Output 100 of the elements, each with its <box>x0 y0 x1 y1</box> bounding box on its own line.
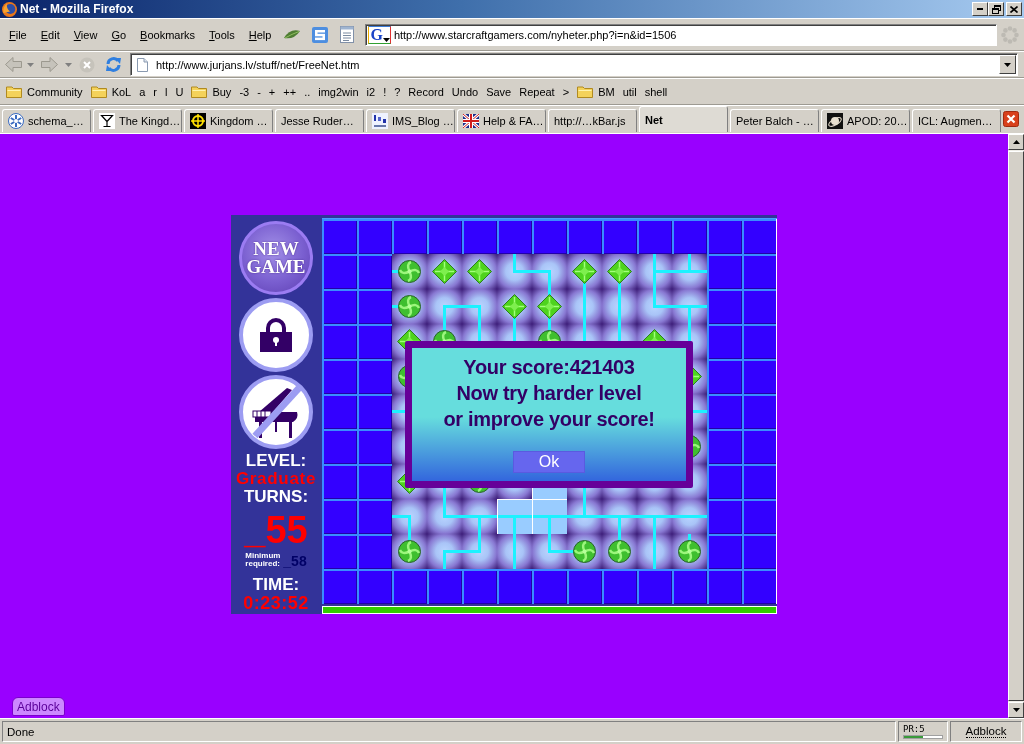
bookmark-item[interactable]: .. <box>300 81 315 102</box>
search-engine-button[interactable]: G <box>368 25 391 44</box>
menu-item[interactable]: Edit <box>33 24 67 45</box>
bookmark-item[interactable]: Repeat <box>515 81 559 102</box>
bookmark-item[interactable]: util <box>618 81 641 102</box>
restore-button[interactable] <box>988 2 1004 16</box>
board-tile[interactable] <box>392 499 427 534</box>
menu-item[interactable]: Bookmarks <box>133 24 203 45</box>
board-tile[interactable] <box>497 534 532 569</box>
close-button[interactable] <box>1006 2 1022 16</box>
flag-icon <box>463 114 479 128</box>
diamond-icon <box>502 294 527 319</box>
notepad-icon <box>340 26 355 43</box>
bookmark-item[interactable]: > <box>558 81 574 102</box>
bookmark-item[interactable]: -3 <box>235 81 254 102</box>
bookmark-item[interactable]: U <box>171 81 188 102</box>
bookmark-item[interactable]: Undo <box>447 81 483 102</box>
adblock-link[interactable]: Adblock <box>965 725 1007 738</box>
board-tile[interactable] <box>567 254 602 289</box>
bookmark-item[interactable]: Save <box>482 81 516 102</box>
browser-tab[interactable]: schema_… <box>2 109 91 132</box>
bookmark-folder[interactable]: Buy <box>187 81 236 102</box>
bookmark-item[interactable]: Record <box>404 81 448 102</box>
stop-icon <box>79 56 95 73</box>
bookmark-item[interactable]: shell <box>640 81 672 102</box>
adblock-tab[interactable]: Adblock <box>12 697 65 716</box>
board-tile[interactable] <box>567 499 602 534</box>
close-tab-button[interactable] <box>1003 111 1019 127</box>
bookmark-item[interactable]: r <box>149 81 161 102</box>
board-tile[interactable] <box>637 254 672 289</box>
search-field[interactable]: G http://www.starcraftgamers.com/nyheter.php?i=n&id=1506 <box>365 23 998 46</box>
bookmark-folder[interactable]: BM <box>573 81 619 102</box>
browser-tab[interactable]: IMS_Blog … <box>366 109 455 132</box>
bookmark-item[interactable]: ! <box>379 81 391 102</box>
menu-item[interactable]: Go <box>104 24 134 45</box>
bookmark-item[interactable]: a <box>135 81 150 102</box>
bookmark-folder[interactable]: Community <box>2 81 87 102</box>
forward-arrow-icon <box>40 57 58 72</box>
board-tile[interactable] <box>532 289 567 324</box>
bookmark-item[interactable]: l <box>161 81 172 102</box>
browser-tab[interactable]: Help & FA… <box>457 109 546 132</box>
menu-item[interactable]: Help <box>241 24 279 45</box>
board-tile[interactable] <box>392 254 427 289</box>
new-game-button[interactable]: NEW GAME <box>239 221 313 295</box>
browser-tab[interactable]: Net <box>639 106 728 132</box>
board-tile[interactable] <box>567 534 602 569</box>
diamond-icon <box>432 259 457 284</box>
browser-tab[interactable]: Jesse Ruder… <box>275 109 364 132</box>
board-tile[interactable] <box>392 534 427 569</box>
board-tile[interactable] <box>567 289 602 324</box>
board-tile[interactable] <box>637 289 672 324</box>
board-tile[interactable] <box>427 254 462 289</box>
dropdown-button[interactable] <box>999 55 1016 74</box>
bookmark-item[interactable]: ? <box>390 81 405 102</box>
board-tile[interactable] <box>672 289 707 324</box>
bookmark-folder[interactable]: KoL <box>86 81 136 102</box>
scroll-down-button[interactable] <box>1008 702 1024 718</box>
bookmark-item[interactable]: + <box>264 81 280 102</box>
board-tile[interactable] <box>637 499 672 534</box>
asterisk-icon <box>8 113 24 129</box>
board-tile[interactable] <box>672 499 707 534</box>
menu-item[interactable]: View <box>66 24 105 45</box>
board-tile[interactable] <box>532 534 567 569</box>
close-icon <box>1003 111 1019 127</box>
browser-tab[interactable]: Peter Balch - … <box>730 109 819 132</box>
bookmark-item[interactable]: img2win <box>314 81 363 102</box>
bookmark-item[interactable]: ++ <box>279 81 301 102</box>
board-tile[interactable] <box>602 499 637 534</box>
board-tile[interactable] <box>637 534 672 569</box>
board-tile[interactable] <box>672 254 707 289</box>
browser-tab[interactable]: ICL: Augmen… <box>912 109 1001 132</box>
board-tile[interactable] <box>392 289 427 324</box>
board-tile[interactable] <box>497 499 532 534</box>
bookmark-item[interactable]: i2 <box>362 81 380 102</box>
menu-item[interactable]: File <box>2 24 34 45</box>
board-tile[interactable] <box>462 534 497 569</box>
board-tile[interactable] <box>427 289 462 324</box>
board-tile[interactable] <box>462 289 497 324</box>
browser-tab[interactable]: The Kingd… <box>93 109 182 132</box>
board-tile[interactable] <box>497 289 532 324</box>
browser-tab[interactable]: http://…kBar.js <box>548 109 637 132</box>
address-field[interactable]: http://www.jurjans.lv/stuff/net/FreeNet.htm <box>130 53 1018 76</box>
board-tile[interactable] <box>462 499 497 534</box>
board-tile[interactable] <box>427 534 462 569</box>
board-tile[interactable] <box>532 499 567 534</box>
board-tile[interactable] <box>462 254 497 289</box>
board-tile[interactable] <box>427 499 462 534</box>
board-tile[interactable] <box>602 254 637 289</box>
minimize-button[interactable] <box>972 2 988 16</box>
scroll-up-button[interactable] <box>1008 134 1024 150</box>
board-tile[interactable] <box>497 254 532 289</box>
board-tile[interactable] <box>602 289 637 324</box>
ok-button[interactable]: Ok <box>513 451 585 473</box>
board-tile[interactable] <box>532 254 567 289</box>
bookmark-item[interactable]: - <box>253 81 265 102</box>
board-tile[interactable] <box>672 534 707 569</box>
browser-tab[interactable]: Kingdom … <box>184 109 273 132</box>
board-tile[interactable] <box>602 534 637 569</box>
menu-item[interactable]: Tools <box>202 24 242 45</box>
browser-tab[interactable]: APOD: 20… <box>821 109 910 132</box>
